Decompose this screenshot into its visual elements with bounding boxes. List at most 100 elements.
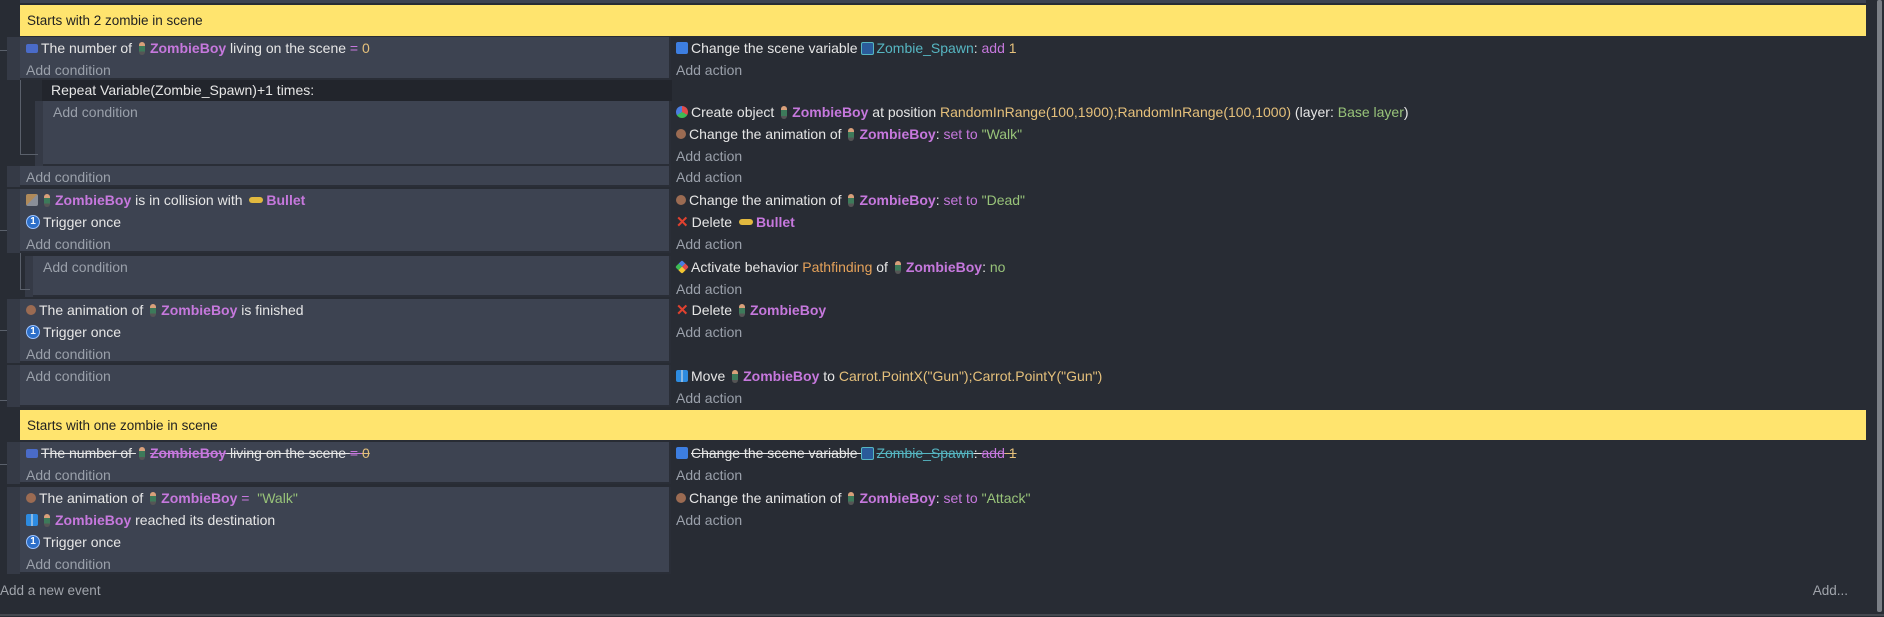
event-drag-handle[interactable] <box>7 487 20 574</box>
action[interactable]: Change the animation of ZombieBoy: set t… <box>672 123 1865 145</box>
add-condition-button[interactable]: Add condition <box>47 101 669 123</box>
actions-panel[interactable]: Create object ZombieBoy at position Rand… <box>672 101 1865 166</box>
condition[interactable]: 1 Trigger once <box>20 321 669 343</box>
text-segment: no <box>989 259 1006 275</box>
action[interactable]: Change the scene variable Zombie_Spawn: … <box>672 442 1865 464</box>
event[interactable]: The animation of ZombieBoy is finished 1 T… <box>7 299 1865 363</box>
actions-panel[interactable]: Add action <box>672 166 1865 187</box>
condition[interactable]: 1 Trigger once <box>20 531 669 553</box>
action[interactable]: Change the animation of ZombieBoy: set t… <box>672 487 1865 509</box>
add-action-button[interactable]: Add action <box>672 509 1865 531</box>
actions-panel[interactable]: Move ZombieBoy to Carrot.PointX("Gun");C… <box>672 365 1865 407</box>
add-more-button[interactable]: Add... <box>1813 583 1848 598</box>
event[interactable]: Add condition Add action <box>7 166 1865 187</box>
trigger-once-icon: 1 <box>26 325 40 339</box>
event-drag-handle[interactable] <box>7 442 20 484</box>
comment-event[interactable]: Starts with one zombie in scene <box>20 410 1866 440</box>
conditions-panel[interactable]: Add condition <box>33 256 671 297</box>
conditions-panel[interactable]: ZombieBoy is in collision with Bullet 1 Tr… <box>20 189 671 253</box>
text-segment: at position <box>868 104 941 120</box>
actions-panel[interactable]: Change the scene variable Zombie_Spawn: … <box>672 442 1865 484</box>
actions-panel[interactable]: Activate behavior Pathfinding of ZombieB… <box>672 256 1865 297</box>
conditions-panel[interactable]: Add condition <box>20 166 671 187</box>
condition[interactable]: The animation of ZombieBoy = "Walk" <box>20 487 669 509</box>
event[interactable]: Add condition Move ZombieBoy to Carrot.Po… <box>7 365 1865 407</box>
condition[interactable]: ZombieBoy reached its destination <box>20 509 669 531</box>
object-name: ZombieBoy <box>149 40 227 56</box>
conditions-panel[interactable]: The animation of ZombieBoy = "Walk" Zombi… <box>20 487 671 574</box>
event-drag-handle[interactable] <box>25 256 33 297</box>
object-name: ZombieBoy <box>859 490 936 506</box>
add-action-button[interactable]: Add action <box>672 145 1865 167</box>
sub-event[interactable]: Add condition Activate behavior Pathfindi… <box>7 256 1865 297</box>
vertical-scrollbar[interactable] <box>1877 0 1882 612</box>
condition[interactable]: The number of ZombieBoy living on the sc… <box>20 442 669 464</box>
tree-connector <box>0 330 7 331</box>
condition[interactable]: 1 Trigger once <box>20 211 669 233</box>
conditions-panel[interactable]: The animation of ZombieBoy is finished 1 T… <box>20 299 671 363</box>
add-condition-button[interactable]: Add condition <box>20 343 669 365</box>
add-condition-button[interactable]: Add condition <box>20 365 669 387</box>
add-action-button[interactable]: Add action <box>672 321 1865 343</box>
add-condition-button[interactable]: Add condition <box>20 464 669 486</box>
condition[interactable]: The animation of ZombieBoy is finished <box>20 299 669 321</box>
object-name: ZombieBoy <box>161 490 238 506</box>
action[interactable]: ✕ Delete Bullet <box>672 211 1865 233</box>
add-action-button[interactable]: Add action <box>672 464 1865 486</box>
event[interactable]: ZombieBoy is in collision with Bullet 1 Tr… <box>7 189 1865 253</box>
action[interactable]: ✕ Delete ZombieBoy <box>672 299 1865 321</box>
text-segment: Change the animation of <box>689 192 846 208</box>
condition[interactable]: ZombieBoy is in collision with Bullet <box>20 189 669 211</box>
action[interactable]: Change the animation of ZombieBoy: set t… <box>672 189 1865 211</box>
comment-text: Starts with one zombie in scene <box>27 417 218 433</box>
action[interactable]: Move ZombieBoy to Carrot.PointX("Gun");C… <box>672 365 1865 387</box>
comment-event[interactable]: Starts with 2 zombie in scene <box>20 5 1866 36</box>
add-new-event-button[interactable]: Add a new event <box>0 583 101 598</box>
text-segment: 1 <box>1004 40 1017 56</box>
event[interactable]: The number of ZombieBoy living on the sc… <box>7 37 1865 80</box>
condition[interactable]: The number of ZombieBoy living on the sc… <box>20 37 669 59</box>
conditions-panel[interactable]: The number of ZombieBoy living on the sc… <box>20 37 671 80</box>
add-action-button[interactable]: Add action <box>672 278 1865 300</box>
conditions-panel[interactable]: The number of ZombieBoy living on the sc… <box>20 442 671 484</box>
text-segment: Change the scene variable <box>691 40 862 56</box>
action[interactable]: Change the scene variable Zombie_Spawn: … <box>672 37 1865 59</box>
text-segment: Move <box>691 368 730 384</box>
event[interactable]: The animation of ZombieBoy = "Walk" Zombi… <box>7 487 1865 574</box>
add-condition-button[interactable]: Add condition <box>37 256 669 278</box>
zombie-icon <box>44 513 50 527</box>
bottom-divider <box>0 614 1884 616</box>
event-drag-handle[interactable] <box>7 365 20 407</box>
add-condition-button[interactable]: Add condition <box>20 166 669 188</box>
text-segment: Change the animation of <box>689 126 846 142</box>
text-segment: "Dead" <box>981 192 1026 208</box>
conditions-panel[interactable]: Add condition <box>43 101 671 166</box>
add-condition-button[interactable]: Add condition <box>20 59 669 81</box>
add-action-button[interactable]: Add action <box>672 233 1865 255</box>
scenevar-icon <box>861 41 875 55</box>
event-drag-handle[interactable] <box>7 299 20 363</box>
event-drag-handle[interactable] <box>35 101 43 166</box>
event-drag-handle[interactable] <box>7 37 20 80</box>
conditions-panel[interactable]: Add condition <box>20 365 671 407</box>
action[interactable]: Activate behavior Pathfinding of ZombieB… <box>672 256 1865 278</box>
sub-event[interactable]: Repeat Variable(Zombie_Spawn)+1 times: Ad… <box>7 80 1865 166</box>
add-action-button[interactable]: Add action <box>672 59 1865 81</box>
event-drag-handle[interactable] <box>7 189 20 253</box>
event-drag-handle[interactable] <box>7 166 20 187</box>
text-segment: to <box>819 368 839 384</box>
object-name: ZombieBoy <box>859 192 936 208</box>
add-action-button[interactable]: Add action <box>672 166 1865 188</box>
disabled-event[interactable]: The number of ZombieBoy living on the sc… <box>7 442 1865 484</box>
action[interactable]: Create object ZombieBoy at position Rand… <box>672 101 1865 123</box>
repeat-header[interactable]: Repeat Variable(Zombie_Spawn)+1 times: <box>42 80 672 101</box>
actions-panel[interactable]: Change the scene variable Zombie_Spawn: … <box>672 37 1865 80</box>
add-condition-button[interactable]: Add condition <box>20 553 669 575</box>
actions-panel[interactable]: Change the animation of ZombieBoy: set t… <box>672 189 1865 253</box>
actions-panel[interactable]: Change the animation of ZombieBoy: set t… <box>672 487 1865 574</box>
count-icon <box>26 43 38 53</box>
actions-panel[interactable]: ✕ Delete ZombieBoy Add action <box>672 299 1865 363</box>
add-action-button[interactable]: Add action <box>672 387 1865 409</box>
object-name: ZombieBoy <box>905 259 983 275</box>
add-condition-button[interactable]: Add condition <box>20 233 669 255</box>
